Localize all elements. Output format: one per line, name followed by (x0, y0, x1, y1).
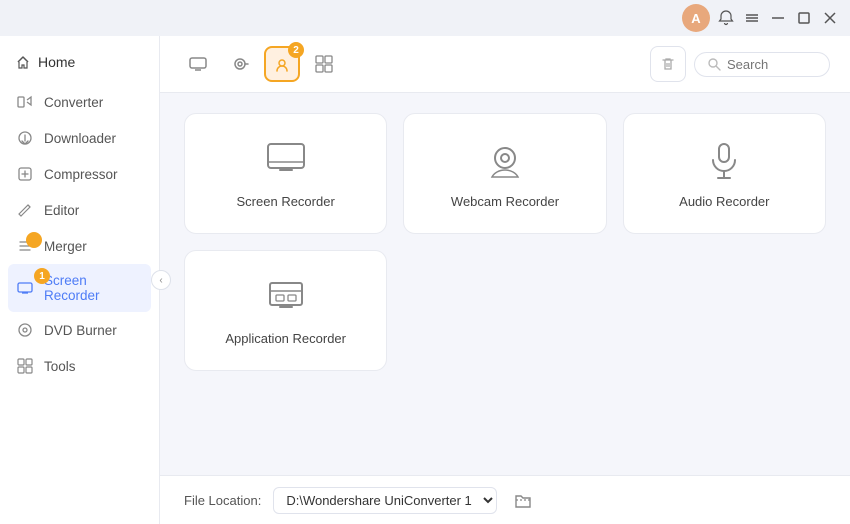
toolbar-right (650, 46, 830, 82)
webcam-recorder-card-icon (483, 138, 527, 182)
compressor-icon (16, 165, 34, 183)
sidebar-label-dvd-burner: DVD Burner (44, 323, 117, 338)
sidebar-label-merger: Merger (44, 239, 87, 254)
sidebar-item-downloader[interactable]: Downloader (0, 120, 159, 156)
card-audio-recorder[interactable]: Audio Recorder (623, 113, 826, 234)
card-audio-recorder-label: Audio Recorder (679, 194, 769, 209)
sidebar-collapse-button[interactable]: ‹ (151, 270, 171, 290)
toolbar-left: 2 (180, 46, 342, 82)
main-content: 2 (160, 36, 850, 524)
audio-recorder-card-icon (702, 138, 746, 182)
card-application-recorder[interactable]: Application Recorder (184, 250, 387, 371)
footer: File Location: D:\Wondershare UniConvert… (160, 475, 850, 524)
home-label: Home (38, 54, 75, 70)
screen-recorder-icon (16, 279, 34, 297)
sidebar-label-compressor: Compressor (44, 167, 118, 182)
sidebar-label-tools: Tools (44, 359, 76, 374)
sidebar-label-screen-recorder: Screen Recorder (44, 273, 143, 303)
titlebar: A (0, 0, 850, 36)
maximize-button[interactable] (794, 8, 814, 28)
search-box (694, 52, 830, 77)
sidebar-item-dvd-burner[interactable]: DVD Burner (0, 312, 159, 348)
toolbar: 2 (160, 36, 850, 93)
sidebar-home[interactable]: Home (0, 46, 159, 78)
minimize-button[interactable] (768, 8, 788, 28)
card-screen-recorder-label: Screen Recorder (237, 194, 335, 209)
card-screen-recorder[interactable]: Screen Recorder (184, 113, 387, 234)
screen-recorder-badge: 1 (34, 268, 50, 284)
footer-path: D:\Wondershare UniConverter 1 (273, 487, 497, 514)
search-icon (707, 57, 721, 71)
toolbar-more-button[interactable] (306, 46, 342, 82)
close-button[interactable] (820, 8, 840, 28)
screen-recorder-card-icon (264, 138, 308, 182)
sidebar-item-converter[interactable]: Converter (0, 84, 159, 120)
toolbar-webcam-button[interactable] (222, 46, 258, 82)
user-avatar[interactable]: A (682, 4, 710, 32)
sidebar-item-screen-recorder[interactable]: Screen Recorder 1 (8, 264, 151, 312)
sidebar-item-compressor[interactable]: Compressor (0, 156, 159, 192)
sidebar-label-converter: Converter (44, 95, 103, 110)
menu-icon[interactable] (742, 8, 762, 28)
sidebar-item-editor[interactable]: Editor (0, 192, 159, 228)
card-webcam-recorder[interactable]: Webcam Recorder (403, 113, 606, 234)
app-recorder-badge: 2 (288, 42, 304, 58)
card-webcam-recorder-label: Webcam Recorder (451, 194, 559, 209)
sidebar-item-tools[interactable]: Tools (0, 348, 159, 384)
sidebar: Home Converter Downloader (0, 36, 160, 524)
dvd-burner-icon (16, 321, 34, 339)
tools-icon (16, 357, 34, 375)
bell-icon[interactable] (716, 8, 736, 28)
converter-icon (16, 93, 34, 111)
file-path-select[interactable]: D:\Wondershare UniConverter 1 (273, 487, 497, 514)
card-application-recorder-label: Application Recorder (225, 331, 346, 346)
sidebar-item-merger[interactable]: Merger (0, 228, 159, 264)
file-location-label: File Location: (184, 493, 261, 508)
downloader-icon (16, 129, 34, 147)
sidebar-label-editor: Editor (44, 203, 79, 218)
cards-area: Screen Recorder Webcam Recorder (160, 93, 850, 475)
delete-button[interactable] (650, 46, 686, 82)
app-body: Home Converter Downloader (0, 36, 850, 524)
search-input[interactable] (727, 57, 817, 72)
application-recorder-card-icon (264, 275, 308, 319)
toolbar-screen-button[interactable] (180, 46, 216, 82)
sidebar-label-downloader: Downloader (44, 131, 116, 146)
toolbar-app-recorder-button[interactable]: 2 (264, 46, 300, 82)
merger-badge (26, 232, 42, 248)
editor-icon (16, 201, 34, 219)
open-folder-button[interactable] (509, 486, 537, 514)
